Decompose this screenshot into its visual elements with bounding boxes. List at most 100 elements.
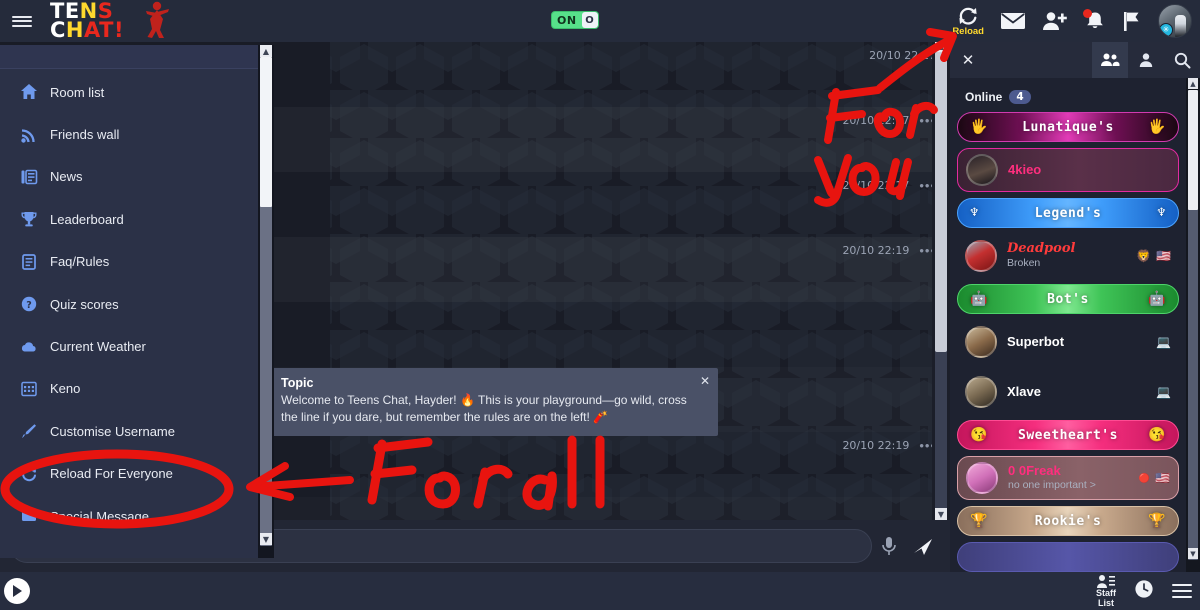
group-label: Rookie's bbox=[1034, 513, 1102, 529]
reload-icon bbox=[20, 465, 50, 483]
user-avatar[interactable]: ✳ bbox=[1158, 4, 1192, 38]
sidebar-item-faq-rules[interactable]: Faq/Rules bbox=[0, 241, 252, 283]
sidebar-item-room-list[interactable]: Room list bbox=[0, 71, 252, 113]
book-icon bbox=[20, 253, 50, 271]
reload-button[interactable]: Reload bbox=[952, 5, 984, 37]
group-banner-bots[interactable]: 🤖 Bot's 🤖 bbox=[957, 284, 1179, 314]
user-status: no one important > bbox=[1008, 479, 1096, 492]
sidebar-item-label: News bbox=[50, 169, 83, 185]
sidebar-item-label: Room list bbox=[50, 84, 105, 100]
sidebar-top-strip bbox=[0, 45, 260, 69]
sidebar-item-special-message[interactable]: Special Message bbox=[0, 495, 252, 537]
notification-badge bbox=[1083, 9, 1092, 18]
trophy-icon bbox=[20, 210, 50, 228]
app-logo[interactable]: TENS CHAT! bbox=[50, 0, 169, 42]
sidebar-item-news[interactable]: News bbox=[0, 156, 252, 198]
message-timestamp: 20/10 22:17 bbox=[842, 179, 910, 192]
avatar bbox=[965, 326, 997, 358]
user-badges: 💻 bbox=[1156, 335, 1171, 349]
sidebar-item-friends-wall[interactable]: Friends wall bbox=[0, 113, 252, 155]
robot-icon: 🤖 bbox=[1148, 291, 1166, 307]
report-button[interactable] bbox=[1122, 10, 1142, 32]
avatar bbox=[965, 240, 997, 272]
add-friend-button[interactable] bbox=[1042, 11, 1068, 31]
message-timestamp: 20/10 22:19 bbox=[842, 439, 910, 452]
chat-scrollbar-thumb[interactable] bbox=[935, 52, 947, 352]
topic-close-icon[interactable]: ✕ bbox=[700, 374, 710, 388]
user-list-scroll-down-icon[interactable]: ▼ bbox=[1188, 548, 1198, 559]
sidebar-item-label: Special Message bbox=[50, 508, 149, 524]
sidebar-item-quiz-scores[interactable]: ? Quiz scores bbox=[0, 283, 252, 325]
laptop-badge-icon: 💻 bbox=[1156, 335, 1171, 349]
user-list-scrollbar[interactable]: ▲ ▼ bbox=[1186, 78, 1200, 572]
user-list-scroll-up-icon[interactable]: ▲ bbox=[1188, 78, 1198, 89]
sidebar-scroll-up-icon[interactable]: ▲ bbox=[260, 45, 272, 57]
tab-person[interactable] bbox=[1128, 42, 1164, 78]
hamburger-menu-icon[interactable] bbox=[1172, 583, 1192, 599]
send-icon[interactable] bbox=[906, 536, 940, 556]
status-toggle[interactable]: ON O bbox=[551, 11, 599, 29]
user-row-deadpool[interactable]: Deadpool Broken 🦁 🇺🇸 bbox=[957, 234, 1179, 278]
user-badges: 🦁 🇺🇸 bbox=[1136, 249, 1171, 263]
microphone-icon[interactable] bbox=[872, 536, 906, 556]
group-banner-legends[interactable]: ♆ Legend's ♆ bbox=[957, 198, 1179, 228]
group-banner-sweethearts[interactable]: 😘 Sweetheart's 😘 bbox=[957, 420, 1179, 450]
user-info: Superbot bbox=[1007, 335, 1156, 350]
dot-badge-icon: 🔴 bbox=[1138, 472, 1151, 483]
chat-scroll-down-icon[interactable]: ▼ bbox=[935, 508, 947, 520]
svg-text:?: ? bbox=[26, 300, 32, 311]
tab-search[interactable] bbox=[1164, 42, 1200, 78]
sidebar-item-customise-username[interactable]: Customise Username bbox=[0, 410, 252, 452]
user-row-xlave[interactable]: Xlave 💻 bbox=[957, 370, 1179, 414]
user-status: Broken bbox=[1007, 257, 1041, 270]
notifications-button[interactable] bbox=[1083, 9, 1106, 32]
jedi-icon: ♆ bbox=[1157, 205, 1166, 221]
panel-close-icon[interactable]: ✕ bbox=[950, 42, 986, 78]
hamsa-hand-icon: 🖐 bbox=[1148, 119, 1166, 135]
user-row-superbot[interactable]: Superbot 💻 bbox=[957, 320, 1179, 364]
sidebar-scroll-down-icon[interactable]: ▼ bbox=[260, 533, 272, 545]
group-label: Bot's bbox=[1047, 291, 1089, 307]
trophy-icon: 🏆 bbox=[970, 513, 988, 529]
group-banner-partial[interactable] bbox=[957, 542, 1179, 572]
messages-button[interactable] bbox=[1000, 11, 1026, 31]
user-row-4kieo[interactable]: 4kieo bbox=[957, 148, 1179, 192]
group-label: Legend's bbox=[1034, 205, 1102, 221]
staff-list-button[interactable]: Staff List bbox=[1096, 574, 1116, 608]
sidebar-item-label: Leaderboard bbox=[50, 211, 124, 227]
staff-list-label-2: List bbox=[1097, 597, 1114, 608]
group-label: Sweetheart's bbox=[1018, 427, 1118, 443]
group-banner-rookies[interactable]: 🏆 Rookie's 🏆 bbox=[957, 506, 1179, 536]
sidebar-scrollbar-thumb[interactable] bbox=[260, 57, 272, 207]
play-icon[interactable] bbox=[4, 578, 30, 604]
tab-group[interactable] bbox=[1092, 42, 1128, 78]
bottom-bar: Staff List bbox=[0, 572, 1200, 610]
sidebar-item-label: Reload For Everyone bbox=[50, 466, 173, 482]
kiss-face-icon: 😘 bbox=[970, 427, 988, 443]
sidebar-item-leaderboard[interactable]: Leaderboard bbox=[0, 198, 252, 240]
group-icon bbox=[1101, 53, 1120, 66]
deadpool-mascot-icon bbox=[146, 1, 169, 38]
navigation-sidebar: Room list Friends wall News Leaderboard … bbox=[0, 45, 260, 558]
verified-badge: ✳ bbox=[1159, 23, 1173, 37]
user-info: 4kieo bbox=[1008, 163, 1170, 178]
logo-line-2: CHAT! bbox=[50, 18, 125, 42]
avatar-figure bbox=[1175, 15, 1186, 37]
sidebar-item-reload-for-everyone[interactable]: Reload For Everyone bbox=[0, 453, 252, 495]
hamburger-menu-icon[interactable] bbox=[0, 0, 44, 42]
sidebar-item-current-weather[interactable]: Current Weather bbox=[0, 325, 252, 367]
user-badges: 💻 bbox=[1156, 385, 1171, 399]
trophy-icon: 🏆 bbox=[1148, 513, 1166, 529]
chat-scrollbar[interactable]: ▲ ▼ bbox=[932, 40, 950, 572]
user-list-scrollbar-thumb[interactable] bbox=[1188, 90, 1198, 210]
person-add-icon bbox=[1043, 12, 1067, 30]
sidebar-item-keno[interactable]: Keno bbox=[0, 368, 252, 410]
group-banner-lunatiques[interactable]: 🖐 Lunatique's 🖐 bbox=[957, 112, 1179, 142]
news-icon bbox=[20, 168, 50, 186]
user-row-0freak[interactable]: 0 0Freak no one important > 🔴 🇺🇸 bbox=[957, 456, 1179, 500]
sidebar-scrollbar[interactable]: ▲ ▼ bbox=[258, 45, 274, 558]
clock-button[interactable] bbox=[1134, 579, 1154, 604]
bottom-bar-actions: Staff List bbox=[1096, 572, 1192, 610]
user-name: Xlave bbox=[1007, 384, 1041, 399]
laptop-badge-icon: 💻 bbox=[1156, 385, 1171, 399]
